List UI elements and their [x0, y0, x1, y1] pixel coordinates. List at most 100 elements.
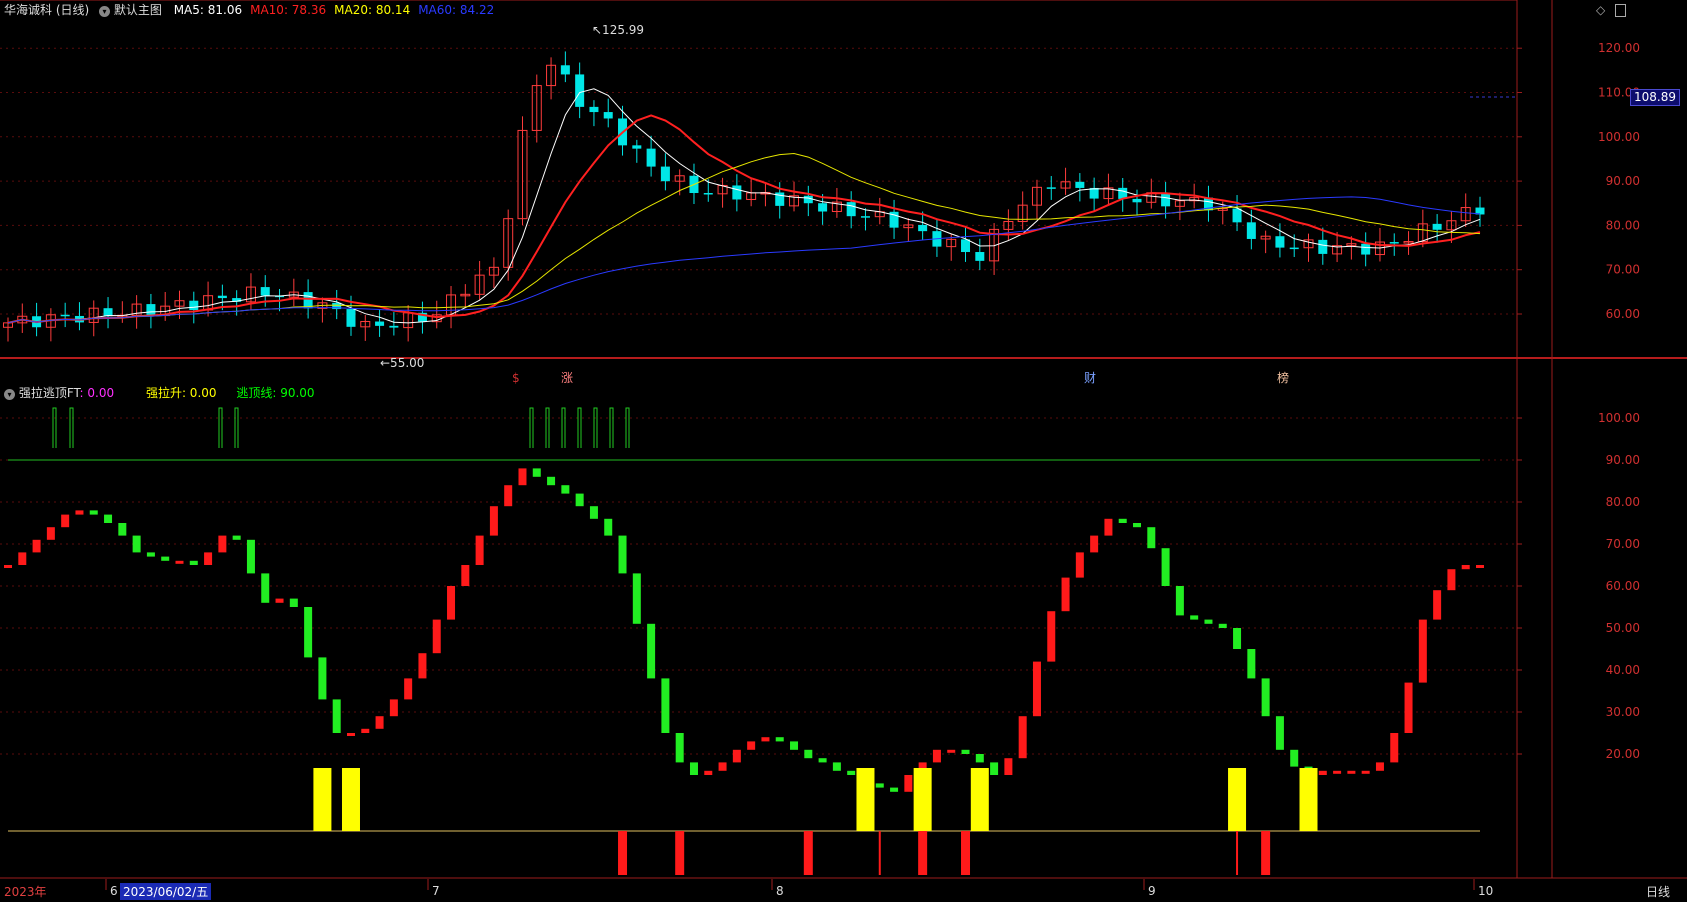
- candle-body-down: [703, 193, 713, 195]
- candle-body-down: [346, 309, 356, 327]
- indicator-bar: [904, 775, 913, 792]
- indicator-bar: [847, 770, 856, 775]
- sell-signal-spike: [878, 831, 881, 875]
- top-signal-pulse: [234, 407, 239, 448]
- indicator-bar: [732, 749, 741, 763]
- event-marker: 榜: [1277, 370, 1289, 385]
- top-signal-pulse: [609, 407, 614, 448]
- indicator-bar: [32, 539, 41, 553]
- indicator-bar: [75, 510, 84, 515]
- ma-legend-item: MA10: 78.36: [250, 3, 327, 17]
- candle-body-down: [1161, 192, 1171, 207]
- indicator-bar: [1347, 770, 1356, 774]
- indicator-bar: [990, 762, 999, 775]
- indicator-bar: [1333, 770, 1342, 774]
- indicator-bar: [661, 678, 670, 733]
- sell-signal-spike: [918, 831, 928, 875]
- indicator-value: : 0.00: [79, 386, 115, 400]
- window-toggle-icon[interactable]: [1615, 4, 1626, 17]
- indicator-bar: [718, 762, 727, 771]
- top-signal-pulse: [52, 407, 57, 448]
- price-tick-label: 80.00: [1606, 218, 1640, 232]
- indicator-bar: [61, 514, 70, 528]
- indicator-bar: [775, 737, 784, 742]
- candle-body-down: [1132, 198, 1142, 203]
- sell-signal-spike: [803, 831, 813, 875]
- diamond-icon[interactable]: ◇: [1596, 3, 1605, 17]
- template-name[interactable]: 默认主图: [114, 3, 162, 17]
- indicator-bar: [146, 552, 155, 557]
- price-tick-label: 60.00: [1606, 307, 1640, 321]
- top-signal-pulse: [625, 407, 630, 448]
- indicator-bar: [818, 758, 827, 763]
- indicator-bar: [1190, 615, 1199, 620]
- top-signal-pulse: [561, 407, 566, 448]
- candle-body-down: [1318, 239, 1328, 254]
- ma20-line: [7, 152, 1481, 324]
- indicator-bar: [1375, 762, 1384, 771]
- event-marker: 财: [1084, 371, 1096, 385]
- chevron-down-icon[interactable]: ▾: [99, 6, 111, 17]
- indicator-tick-label: 80.00: [1606, 495, 1640, 509]
- top-signal-pulse: [529, 407, 534, 448]
- indicator-bar: [547, 476, 556, 486]
- indicator-bar: [375, 716, 384, 729]
- month-label: 8: [776, 884, 784, 898]
- price-tick-label: 70.00: [1606, 263, 1640, 277]
- indicator-bar: [1061, 577, 1070, 612]
- candle-body-down: [860, 216, 870, 218]
- indicator-tick-label: 60.00: [1606, 579, 1640, 593]
- ma-legend-item: MA60: 84.22: [418, 3, 495, 17]
- top-signal-pulse: [593, 407, 598, 448]
- price-tick-label: 90.00: [1606, 174, 1640, 188]
- indicator-bar: [1247, 649, 1256, 679]
- indicator-bar: [647, 623, 656, 679]
- indicator-bar: [518, 468, 527, 486]
- indicator-bar: [604, 518, 613, 536]
- candle-body-down: [146, 304, 156, 316]
- sell-signal-spike: [1236, 831, 1239, 875]
- indicator-bar: [318, 657, 327, 700]
- indicator-bar: [504, 485, 513, 507]
- candle-body-down: [1432, 223, 1442, 230]
- indicator-tick-label: 90.00: [1606, 453, 1640, 467]
- indicator-bar: [361, 728, 370, 733]
- indicator-name[interactable]: 强拉逃顶FT: [19, 386, 80, 400]
- indicator-bar: [790, 741, 799, 750]
- stock-chart-canvas[interactable]: 120.00110.00100.0090.0080.0070.0060.0010…: [0, 0, 1687, 902]
- indicator-bar: [1390, 733, 1399, 763]
- indicator-bar: [89, 510, 98, 515]
- indicator-bar: [532, 468, 541, 477]
- axis-year: 2023年: [4, 885, 47, 899]
- price-tick-label: 100.00: [1598, 130, 1640, 144]
- indicator-bar: [475, 535, 484, 565]
- indicator-bar: [1290, 749, 1299, 767]
- strong-pull-bar: [970, 768, 989, 831]
- top-signal-pulse: [577, 407, 582, 448]
- indicator-bar: [1118, 518, 1127, 523]
- indicator-bar: [675, 733, 684, 763]
- period-tab[interactable]: 日线: [1646, 883, 1670, 900]
- ma-legend-item: MA20: 80.14: [334, 3, 411, 17]
- candle-body-down: [975, 252, 985, 261]
- indicator-series-rise: 强拉升: 0.00: [145, 386, 217, 400]
- indicator-bar: [1147, 527, 1156, 549]
- sell-signal-spike: [618, 831, 628, 875]
- sell-signal-spike: [675, 831, 685, 875]
- indicator-bar: [1461, 565, 1470, 570]
- indicator-bar: [489, 506, 498, 536]
- indicator-bar: [1318, 770, 1327, 775]
- candle-body-down: [1246, 222, 1256, 239]
- indicator-bar: [232, 535, 241, 540]
- indicator-bar: [175, 560, 184, 564]
- indicator-bar: [1032, 661, 1041, 717]
- chevron-down-icon[interactable]: ▾: [4, 389, 15, 400]
- indicator-bar: [1218, 623, 1227, 628]
- main-chart-header: 华海诚科 (日线) ▾ 默认主图 MA5: 81.06 MA10: 78.36 MA…: [4, 2, 494, 18]
- indicator-bar: [747, 741, 756, 750]
- indicator-bar: [1004, 758, 1013, 775]
- high-price-label: ↖125.99: [592, 23, 644, 37]
- top-signal-pulse: [218, 407, 223, 448]
- indicator-tick-label: 40.00: [1606, 663, 1640, 677]
- indicator-bar: [1161, 548, 1170, 586]
